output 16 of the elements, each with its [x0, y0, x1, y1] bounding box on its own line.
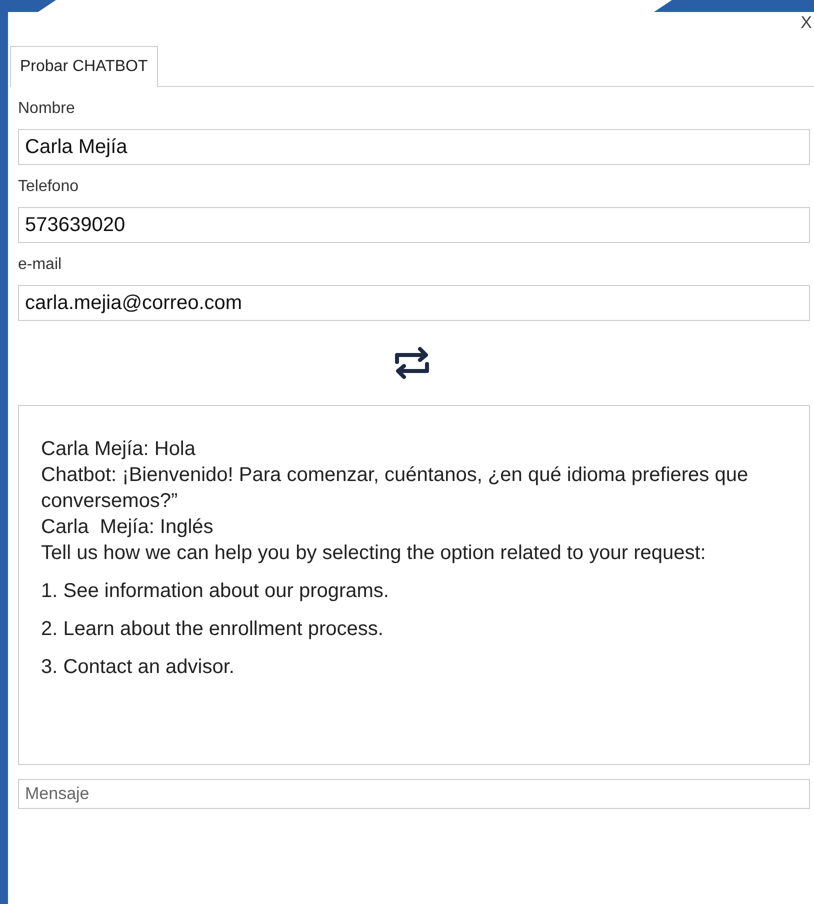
text-field[interactable]: Carla Mejía: [18, 129, 810, 165]
chat-message: Carla Mejía: Inglés: [41, 515, 214, 540]
chat-message: Chatbot: ¡Bienvenido! Para comenzar, cuéntanos, ¿en qué idioma prefieres que conversemos?”: [41, 463, 750, 514]
chat-message: Carla Mejía: Hola: [41, 437, 197, 462]
chat-message: Tell us how we can help you by selecting the option related to your request:: [41, 541, 707, 566]
close-button[interactable]: X: [798, 14, 814, 31]
chat-option: 1. See information about our programs.: [41, 578, 789, 604]
text-field[interactable]: 573639020: [18, 207, 810, 243]
chat-option: 3. Contact an advisor.: [41, 654, 789, 680]
field-label: Telefono: [18, 177, 80, 197]
text-field[interactable]: carla.mejia@correo.com: [18, 285, 810, 321]
chat-option: 2. Learn about the enrollment process.: [41, 616, 789, 642]
field-label: Nombre: [18, 99, 76, 119]
tab[interactable]: Probar CHATBOT: [10, 46, 158, 87]
message-field[interactable]: Mensaje: [18, 779, 810, 809]
field-label: e-mail: [18, 255, 63, 275]
